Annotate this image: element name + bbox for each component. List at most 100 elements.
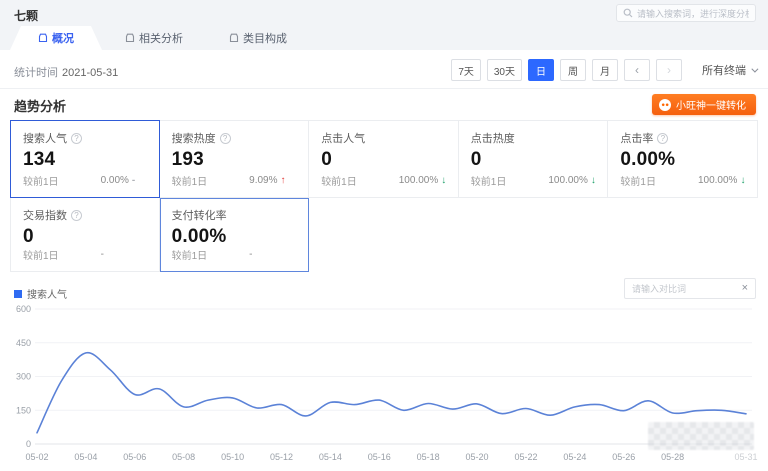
- down-arrow-icon: ↓: [591, 175, 596, 186]
- mascot-icon: [659, 99, 671, 111]
- section-title: 趋势分析: [14, 96, 66, 115]
- tab-overview[interactable]: 概况: [10, 26, 102, 50]
- svg-text:05-31: 05-31: [734, 452, 757, 462]
- svg-text:05-12: 05-12: [270, 452, 293, 462]
- svg-text:05-28: 05-28: [661, 452, 684, 462]
- metric-value: 193: [172, 149, 297, 171]
- tab-label: 相关分析: [139, 30, 183, 46]
- tab-label: 类目构成: [243, 30, 287, 46]
- tab-category-composition[interactable]: 类目构成: [206, 26, 310, 50]
- prev-period-button[interactable]: ‹: [624, 59, 650, 81]
- search-icon: [623, 8, 633, 18]
- empty-cell: [608, 198, 758, 272]
- metric-compare: 较前1日9.09%↑: [172, 173, 299, 188]
- metric-label-row: 点击率: [620, 130, 745, 146]
- flat-indicator: -: [132, 175, 135, 186]
- divider: [0, 88, 768, 89]
- svg-text:05-22: 05-22: [514, 452, 537, 462]
- range-month-button[interactable]: 月: [592, 59, 618, 81]
- svg-text:05-10: 05-10: [221, 452, 244, 462]
- page-title: 七颗: [14, 7, 38, 24]
- overview-tab-icon: [38, 33, 48, 43]
- search-placeholder: 请输入搜索词，进行深度分析: [637, 7, 749, 20]
- svg-text:05-26: 05-26: [612, 452, 635, 462]
- trend-chart[interactable]: 015030045060005-0205-0405-0605-0805-1005…: [10, 302, 758, 466]
- trend-chart-svg: 015030045060005-0205-0405-0605-0805-1005…: [10, 302, 758, 466]
- clear-compare-icon[interactable]: ×: [742, 283, 748, 294]
- keyword-search-box[interactable]: 请输入搜索词，进行深度分析: [616, 4, 756, 22]
- tab-bar: 概况 相关分析 类目构成: [10, 26, 310, 50]
- metric-value: 0: [23, 226, 147, 248]
- empty-cell: [309, 198, 459, 272]
- svg-text:150: 150: [16, 405, 31, 415]
- range-7d-button[interactable]: 7天: [451, 59, 481, 81]
- chevron-down-icon: [751, 65, 758, 72]
- tab-related-analysis[interactable]: 相关分析: [102, 26, 206, 50]
- blurred-watermark: [648, 422, 754, 450]
- up-arrow-icon: ↑: [281, 175, 286, 186]
- compare-placeholder: 请输入对比词: [632, 282, 742, 295]
- compare-word-input[interactable]: 请输入对比词 ×: [624, 278, 756, 299]
- metric-card-transaction-index[interactable]: 交易指数 0 较前1日-: [10, 198, 160, 272]
- category-tab-icon: [229, 33, 239, 43]
- metric-card-click-rate[interactable]: 点击率 0.00% 较前1日100.00%↓: [608, 120, 758, 198]
- svg-text:05-04: 05-04: [74, 452, 97, 462]
- metric-value: 0.00%: [172, 226, 297, 248]
- metric-label-row: 支付转化率: [172, 207, 297, 223]
- promo-convert-button[interactable]: 小旺神一键转化: [652, 94, 756, 115]
- metric-compare: 较前1日-: [23, 247, 149, 262]
- svg-text:450: 450: [16, 338, 31, 348]
- down-arrow-icon: ↓: [441, 175, 446, 186]
- range-week-button[interactable]: 周: [560, 59, 586, 81]
- metric-value: 0: [321, 149, 446, 171]
- metric-card-click-heat[interactable]: 点击热度 0 较前1日100.00%↓: [459, 120, 609, 198]
- svg-text:0: 0: [26, 439, 31, 449]
- svg-text:05-08: 05-08: [172, 452, 195, 462]
- metric-cards: 搜索人气 134 较前1日0.00%- 搜索热度 193 较前1日9.09%↑ …: [10, 120, 758, 272]
- metric-value: 0.00%: [620, 149, 745, 171]
- promo-label: 小旺神一键转化: [676, 97, 746, 112]
- metric-compare: 较前1日0.00%-: [23, 173, 149, 188]
- range-day-button[interactable]: 日: [528, 59, 554, 81]
- metric-label-row: 点击人气: [321, 130, 446, 146]
- info-icon[interactable]: [657, 133, 668, 144]
- info-icon[interactable]: [71, 210, 82, 221]
- svg-text:05-18: 05-18: [417, 452, 440, 462]
- metric-label-row: 搜索人气: [23, 130, 147, 146]
- metric-value: 134: [23, 149, 147, 171]
- metric-card-click-popularity[interactable]: 点击人气 0 较前1日100.00%↓: [309, 120, 459, 198]
- metric-compare: 较前1日100.00%↓: [321, 173, 448, 188]
- metric-compare: 较前1日100.00%↓: [620, 173, 747, 188]
- svg-text:300: 300: [16, 372, 31, 382]
- info-icon[interactable]: [220, 133, 231, 144]
- svg-text:600: 600: [16, 304, 31, 314]
- info-icon[interactable]: [71, 133, 82, 144]
- svg-text:05-06: 05-06: [123, 452, 146, 462]
- stat-date: 2021-05-31: [62, 67, 118, 79]
- metric-label-row: 搜索热度: [172, 130, 297, 146]
- metric-card-payment-conversion[interactable]: 支付转化率 0.00% 较前1日-: [160, 198, 310, 272]
- empty-cell: [459, 198, 609, 272]
- svg-text:05-14: 05-14: [319, 452, 342, 462]
- related-analysis-tab-icon: [125, 33, 135, 43]
- stat-time: 统计时间2021-05-31: [14, 64, 118, 80]
- next-period-button[interactable]: ›: [656, 59, 682, 81]
- range-30d-button[interactable]: 30天: [487, 59, 522, 81]
- metric-label-row: 点击热度: [471, 130, 596, 146]
- terminal-label: 所有终端: [702, 62, 746, 78]
- down-arrow-icon: ↓: [740, 175, 745, 186]
- legend-swatch: [14, 290, 22, 298]
- metric-value: 0: [471, 149, 596, 171]
- metric-card-search-popularity[interactable]: 搜索人气 134 较前1日0.00%-: [10, 120, 160, 198]
- main-content: 统计时间2021-05-31 7天 30天 日 周 月 ‹ › 所有终端 趋势分…: [0, 50, 768, 470]
- terminal-dropdown[interactable]: 所有终端: [702, 62, 756, 78]
- metric-card-search-heat[interactable]: 搜索热度 193 较前1日9.09%↑: [160, 120, 310, 198]
- chart-legend: 搜索人气: [14, 286, 67, 301]
- svg-text:05-20: 05-20: [466, 452, 489, 462]
- tab-label: 概况: [52, 30, 74, 46]
- svg-text:05-16: 05-16: [368, 452, 391, 462]
- date-range-controls: 7天 30天 日 周 月 ‹ › 所有终端: [451, 59, 756, 81]
- metric-compare: 较前1日-: [172, 247, 299, 262]
- legend-label: 搜索人气: [27, 286, 67, 301]
- metric-compare: 较前1日100.00%↓: [471, 173, 598, 188]
